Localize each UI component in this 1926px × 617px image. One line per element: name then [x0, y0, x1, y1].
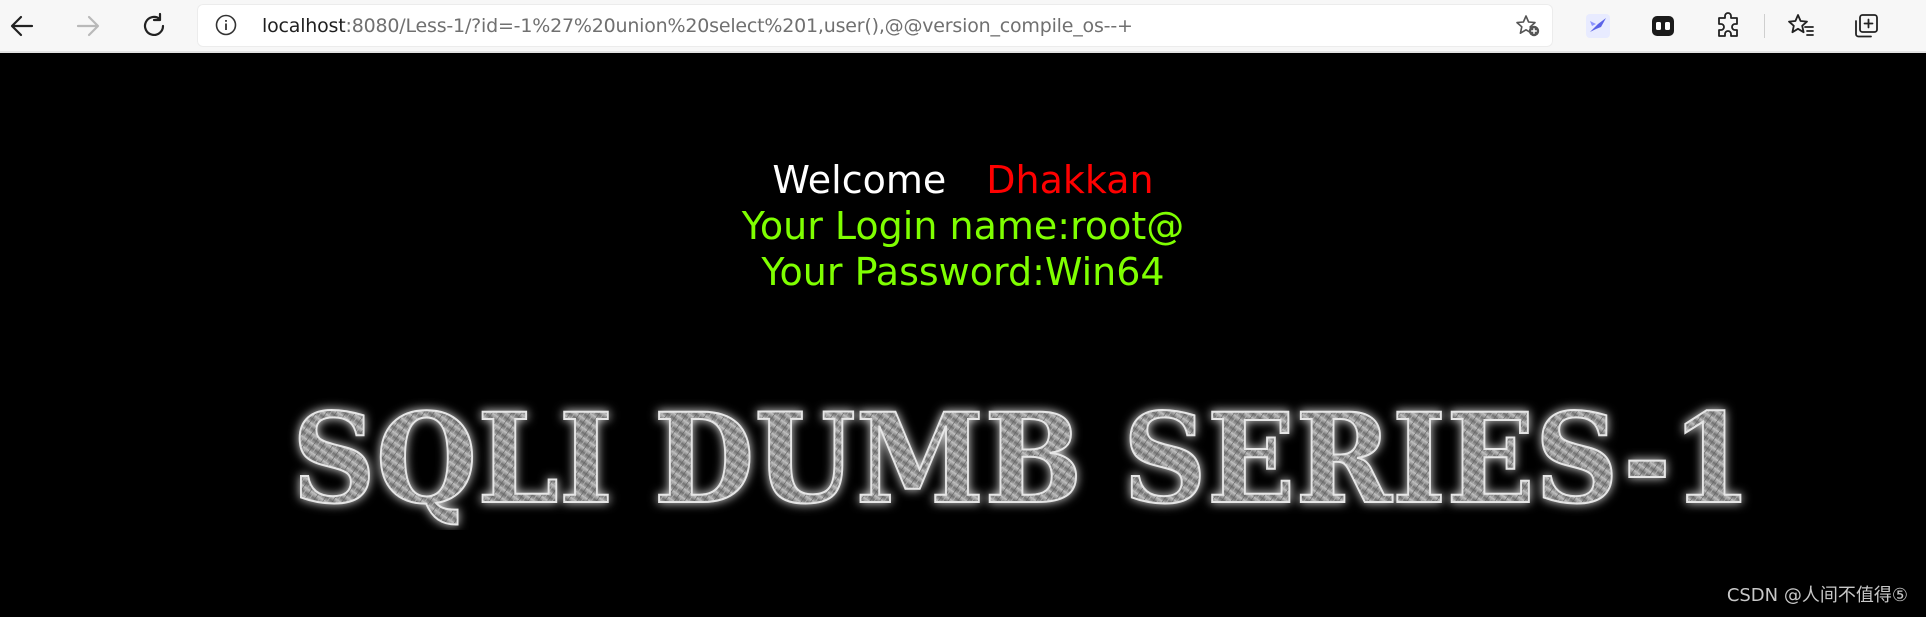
- extension-mask-button[interactable]: [1645, 9, 1681, 43]
- refresh-icon: [143, 12, 165, 37]
- back-icon: [10, 15, 34, 37]
- collections-button[interactable]: [1848, 9, 1884, 43]
- login-result: Welcome Dhakkan Your Login name:root@ You…: [0, 157, 1926, 295]
- welcome-line: Welcome Dhakkan: [0, 157, 1926, 203]
- back-button[interactable]: [4, 9, 40, 43]
- extension-mask-icon: [1652, 16, 1674, 36]
- address-bar[interactable]: localhost:8080/Less-1/?id=-1%27%20union%…: [197, 4, 1553, 47]
- welcome-name: Dhakkan: [986, 158, 1154, 202]
- add-favorite-icon[interactable]: [1515, 14, 1541, 38]
- favorites-icon: [1788, 14, 1814, 36]
- logo-text: SQLI DUMB SERIES-1: [292, 390, 1752, 530]
- extensions-button[interactable]: [1710, 9, 1746, 43]
- extensions-icon: [1718, 12, 1738, 37]
- url-path: :8080/Less-1/?id=-1%27%20union%20select%…: [345, 15, 1133, 37]
- csdn-watermark: CSDN @人间不值得⑤: [1726, 585, 1908, 606]
- password-line: Your Password:Win64: [761, 250, 1165, 294]
- sqli-dumb-series-logo: SQLI DUMB SERIES-1: [291, 390, 1753, 530]
- collections-icon: [1855, 14, 1878, 38]
- welcome-label: Welcome: [772, 158, 947, 202]
- login-name-line: Your Login name:root@: [741, 204, 1185, 248]
- forward-button[interactable]: [70, 9, 106, 43]
- url-host: localhost: [262, 15, 346, 37]
- extension-bird-button[interactable]: [1580, 9, 1616, 43]
- refresh-button[interactable]: [136, 9, 172, 43]
- forward-icon: [76, 15, 100, 37]
- extension-bird-icon: [1586, 14, 1610, 38]
- browser-toolbar: localhost:8080/Less-1/?id=-1%27%20union%…: [0, 0, 1926, 53]
- favorites-button[interactable]: [1783, 9, 1819, 43]
- toolbar-divider: [1764, 14, 1765, 38]
- info-icon[interactable]: [215, 14, 237, 36]
- url-text[interactable]: localhost:8080/Less-1/?id=-1%27%20union%…: [262, 15, 1133, 37]
